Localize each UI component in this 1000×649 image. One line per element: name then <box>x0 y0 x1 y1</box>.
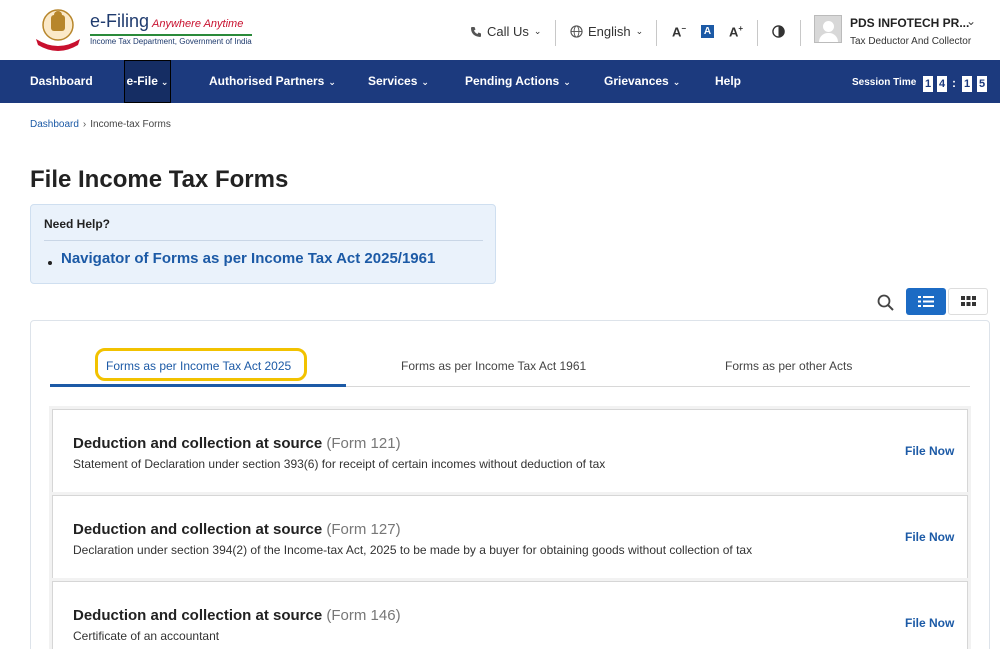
chevron-down-icon[interactable]: ⌄ <box>966 14 976 28</box>
session-time-label: Session Time <box>852 77 917 88</box>
tab-act-1961[interactable]: Forms as per Income Tax Act 1961 <box>401 359 586 373</box>
chevron-down-icon: ⌄ <box>160 77 169 87</box>
file-now-link[interactable]: File Now <box>905 530 954 544</box>
divider <box>800 20 801 46</box>
file-now-link[interactable]: File Now <box>905 444 954 458</box>
search-icon[interactable] <box>877 294 895 312</box>
nav-dashboard[interactable]: Dashboard <box>30 60 93 103</box>
nav-authorised-partners[interactable]: Authorised Partners ⌄ <box>209 60 336 103</box>
navigator-link[interactable]: Navigator of Forms as per Income Tax Act… <box>61 250 435 267</box>
contrast-icon[interactable] <box>772 25 785 38</box>
grid-view-button[interactable] <box>948 288 988 315</box>
form-card: Deduction and collection at source (Form… <box>52 495 968 579</box>
need-help-box: Need Help? Navigator of Forms as per Inc… <box>30 204 496 284</box>
divider <box>44 240 483 241</box>
nav-services[interactable]: Services ⌄ <box>368 60 429 103</box>
chevron-down-icon: ⌄ <box>533 26 542 36</box>
session-digit: 1 <box>962 76 972 92</box>
form-card-description: Declaration under section 394(2) of the … <box>73 543 753 557</box>
divider <box>656 20 657 46</box>
nav-grievances[interactable]: Grievances ⌄ <box>604 60 680 103</box>
font-increase-button[interactable]: A+ <box>729 24 743 39</box>
list-icon <box>918 296 934 307</box>
tab-highlight-annotation <box>95 348 307 381</box>
breadcrumb-current: Income-tax Forms <box>90 119 171 130</box>
page-title: File Income Tax Forms <box>30 166 289 193</box>
form-card-description: Statement of Declaration under section 3… <box>73 457 606 471</box>
tab-other-acts[interactable]: Forms as per other Acts <box>725 359 852 373</box>
user-name[interactable]: PDS INFOTECH PR... <box>850 16 969 30</box>
phone-icon <box>471 26 481 37</box>
bullet <box>48 261 52 265</box>
active-tab-indicator <box>50 384 346 387</box>
language-dropdown[interactable]: English ⌄ <box>570 24 643 39</box>
need-help-title: Need Help? <box>44 217 111 231</box>
chevron-down-icon: ⌄ <box>421 77 429 87</box>
efiling-logo[interactable]: e-Filing Anywhere Anytime Income Tax Depa… <box>30 7 252 53</box>
form-number: (Form 127) <box>326 521 401 538</box>
form-card: Deduction and collection at source (Form… <box>52 409 968 493</box>
main-nav: Dashboard e-File ⌄ Authorised Partners ⌄ S… <box>0 60 1000 103</box>
emblem-icon <box>36 9 80 51</box>
form-card: Deduction and collection at source (Form… <box>52 581 968 649</box>
session-colon: : <box>952 76 956 90</box>
breadcrumb-separator: › <box>82 119 87 130</box>
breadcrumb: Dashboard › Income-tax Forms <box>30 119 171 130</box>
logo-subtitle: Income Tax Department, Government of Ind… <box>90 34 252 46</box>
session-digit: 4 <box>937 76 947 92</box>
breadcrumb-dashboard[interactable]: Dashboard <box>30 119 79 130</box>
chevron-down-icon: ⌄ <box>563 77 571 87</box>
logo-tagline: Anywhere Anytime <box>152 18 244 30</box>
chevron-down-icon: ⌄ <box>672 77 681 87</box>
logo-title: e-Filing Anywhere Anytime <box>90 11 244 31</box>
file-now-link[interactable]: File Now <box>905 616 954 630</box>
form-card-description: Certificate of an accountant <box>73 629 220 643</box>
chevron-down-icon: ⌄ <box>328 77 336 87</box>
form-number: (Form 146) <box>326 607 401 624</box>
call-us-label: Call Us <box>487 24 529 39</box>
divider <box>757 20 758 46</box>
list-view-button[interactable] <box>906 288 946 315</box>
form-card-title: Deduction and collection at source (Form… <box>73 435 401 452</box>
font-decrease-button[interactable]: A− <box>672 24 686 39</box>
divider <box>555 20 556 46</box>
call-us-dropdown[interactable]: Call Us ⌄ <box>470 24 541 39</box>
nav-pending-actions[interactable]: Pending Actions ⌄ <box>465 60 571 103</box>
language-label: English <box>588 24 631 39</box>
globe-icon <box>570 25 583 38</box>
top-header: e-Filing Anywhere Anytime Income Tax Depa… <box>0 0 1000 60</box>
nav-efile[interactable]: e-File ⌄ <box>124 60 171 103</box>
session-digit: 5 <box>977 76 987 92</box>
form-card-title: Deduction and collection at source (Form… <box>73 607 401 624</box>
grid-icon <box>961 296 976 306</box>
user-role: Tax Deductor And Collector <box>850 36 972 47</box>
session-digit: 1 <box>923 76 933 92</box>
nav-help[interactable]: Help <box>715 60 741 103</box>
form-card-title: Deduction and collection at source (Form… <box>73 521 401 538</box>
avatar[interactable] <box>814 15 842 43</box>
form-number: (Form 121) <box>326 435 401 452</box>
chevron-down-icon: ⌄ <box>635 26 644 36</box>
font-normal-button[interactable]: A <box>701 25 714 38</box>
